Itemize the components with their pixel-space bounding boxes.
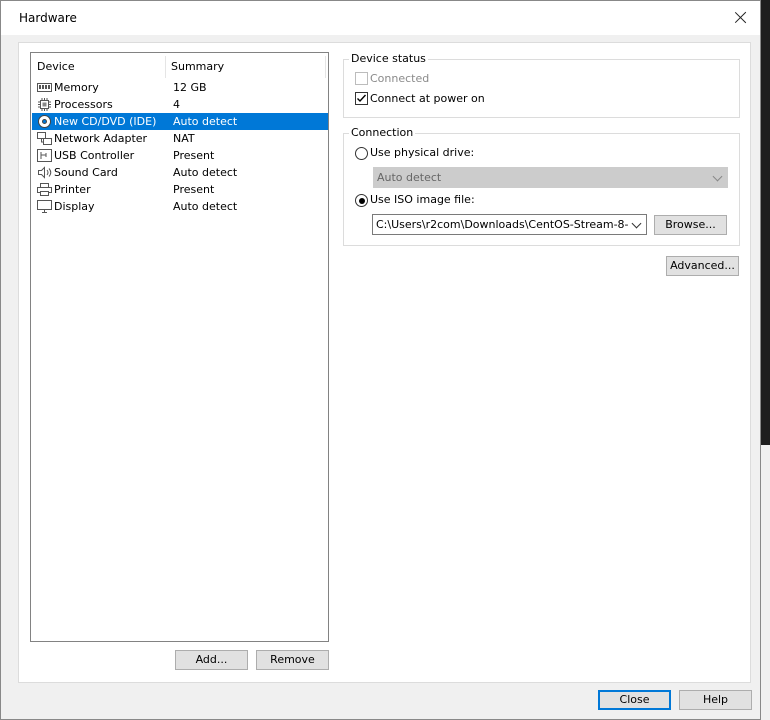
device-list[interactable]: Device Summary Memory 12 GB Processors 4… bbox=[30, 52, 329, 642]
device-row-printer[interactable]: Printer Present bbox=[32, 181, 328, 198]
device-name: Network Adapter bbox=[54, 132, 148, 145]
device-row-processors[interactable]: Processors 4 bbox=[32, 96, 328, 113]
device-summary: 4 bbox=[173, 98, 180, 111]
device-summary: 12 GB bbox=[173, 81, 207, 94]
display-icon bbox=[37, 200, 52, 213]
physical-drive-value: Auto detect bbox=[377, 171, 442, 184]
use-physical-drive-radio[interactable] bbox=[355, 147, 368, 160]
device-summary: NAT bbox=[173, 132, 195, 145]
device-summary: Present bbox=[173, 149, 215, 162]
device-name: New CD/DVD (IDE) bbox=[54, 115, 157, 128]
title-bar: Hardware bbox=[1, 1, 760, 35]
speaker-icon bbox=[38, 166, 52, 179]
connected-label: Connected bbox=[370, 72, 430, 85]
browse-button[interactable]: Browse... bbox=[654, 215, 727, 235]
list-header: Device Summary bbox=[31, 53, 328, 80]
advanced-button[interactable]: Advanced... bbox=[666, 256, 739, 276]
use-iso-image-label: Use ISO image file: bbox=[370, 193, 475, 206]
connection-label: Connection bbox=[349, 126, 416, 139]
network-adapter-icon bbox=[37, 132, 52, 145]
device-name: Memory bbox=[54, 81, 99, 94]
printer-icon bbox=[37, 183, 52, 196]
device-name: USB Controller bbox=[54, 149, 135, 162]
device-summary: Auto detect bbox=[173, 200, 238, 213]
device-summary: Present bbox=[173, 183, 215, 196]
device-status-label: Device status bbox=[349, 52, 428, 65]
dialog-title: Hardware bbox=[19, 11, 77, 25]
device-name: Display bbox=[54, 200, 95, 213]
device-name: Processors bbox=[54, 98, 113, 111]
device-status-group bbox=[343, 59, 740, 118]
device-row-cd-dvd[interactable]: New CD/DVD (IDE) Auto detect bbox=[32, 113, 328, 130]
add-button[interactable]: Add... bbox=[175, 650, 248, 670]
usb-icon bbox=[37, 149, 52, 162]
column-header-summary[interactable]: Summary bbox=[171, 60, 224, 73]
device-row-network-adapter[interactable]: Network Adapter NAT bbox=[32, 130, 328, 147]
checkmark-icon bbox=[357, 94, 367, 103]
processor-icon bbox=[38, 98, 51, 111]
column-separator[interactable] bbox=[165, 56, 166, 78]
device-name: Sound Card bbox=[54, 166, 118, 179]
device-summary: Auto detect bbox=[173, 115, 238, 128]
device-row-memory[interactable]: Memory 12 GB bbox=[32, 79, 328, 96]
connect-at-power-on-checkbox[interactable] bbox=[355, 92, 368, 105]
iso-path-value[interactable]: C:\Users\r2com\Downloads\CentOS-Stream-8… bbox=[376, 218, 629, 231]
iso-path-combobox[interactable]: C:\Users\r2com\Downloads\CentOS-Stream-8… bbox=[372, 214, 647, 235]
chevron-down-icon bbox=[712, 171, 723, 182]
close-button[interactable]: Close bbox=[598, 690, 671, 710]
device-name: Printer bbox=[54, 183, 91, 196]
device-row-usb-controller[interactable]: USB Controller Present bbox=[32, 147, 328, 164]
memory-icon bbox=[37, 83, 52, 92]
physical-drive-select[interactable]: Auto detect bbox=[373, 167, 728, 188]
connect-at-power-on-label: Connect at power on bbox=[370, 92, 485, 105]
device-row-display[interactable]: Display Auto detect bbox=[32, 198, 328, 215]
help-button[interactable]: Help bbox=[679, 690, 752, 710]
remove-button[interactable]: Remove bbox=[256, 650, 329, 670]
close-icon[interactable] bbox=[730, 7, 752, 29]
use-iso-image-radio[interactable] bbox=[355, 194, 368, 207]
cd-dvd-icon bbox=[38, 115, 51, 128]
column-separator[interactable] bbox=[325, 56, 326, 78]
device-summary: Auto detect bbox=[173, 166, 238, 179]
column-header-device[interactable]: Device bbox=[37, 60, 75, 73]
connected-checkbox[interactable] bbox=[355, 72, 368, 85]
device-row-sound-card[interactable]: Sound Card Auto detect bbox=[32, 164, 328, 181]
use-physical-drive-label: Use physical drive: bbox=[370, 146, 475, 159]
